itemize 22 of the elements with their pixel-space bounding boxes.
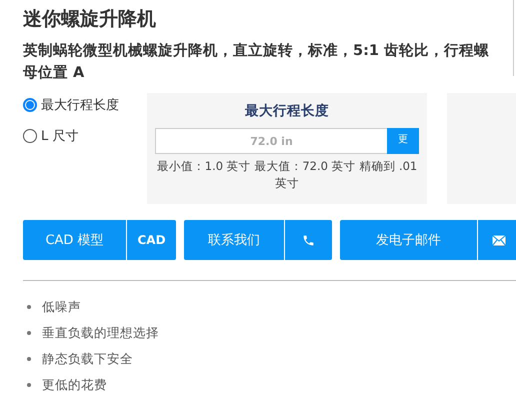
feature-item: 垂直负载的理想选择 — [42, 324, 159, 342]
feature-item: 低噪声 — [42, 298, 81, 316]
update-button[interactable]: 更 — [387, 128, 419, 154]
radio-button[interactable] — [23, 98, 37, 112]
radio-label: L 尺寸 — [41, 128, 78, 145]
mail-icon — [492, 234, 506, 246]
bullet-icon — [27, 356, 31, 360]
feature-item: 更低的花费 — [42, 376, 107, 394]
length-input[interactable]: 72.0 in — [155, 128, 387, 154]
bullet-icon — [27, 330, 31, 334]
feature-item: 静态负载下安全 — [42, 350, 133, 368]
cad-button[interactable]: CAD — [126, 220, 176, 260]
action-button[interactable]: CAD 模型 — [23, 220, 126, 260]
page-title: 迷你螺旋升降机 — [23, 7, 157, 32]
bullet-icon — [27, 382, 31, 386]
product-subtitle: 英制蜗轮微型机械螺旋升降机，直立旋转，标准，5:1 齿轮比，行程螺母位置 A — [23, 41, 490, 83]
bullet-icon — [27, 304, 31, 308]
radio-button[interactable] — [23, 129, 37, 143]
panel-heading: 最大行程长度 — [245, 102, 329, 120]
radio-label: 最大行程长度 — [41, 97, 119, 114]
range-hint: 最小值：1.0 英寸 最大值：72.0 英寸 精确到 .01 英寸 — [156, 158, 418, 192]
phone-icon — [302, 234, 315, 246]
